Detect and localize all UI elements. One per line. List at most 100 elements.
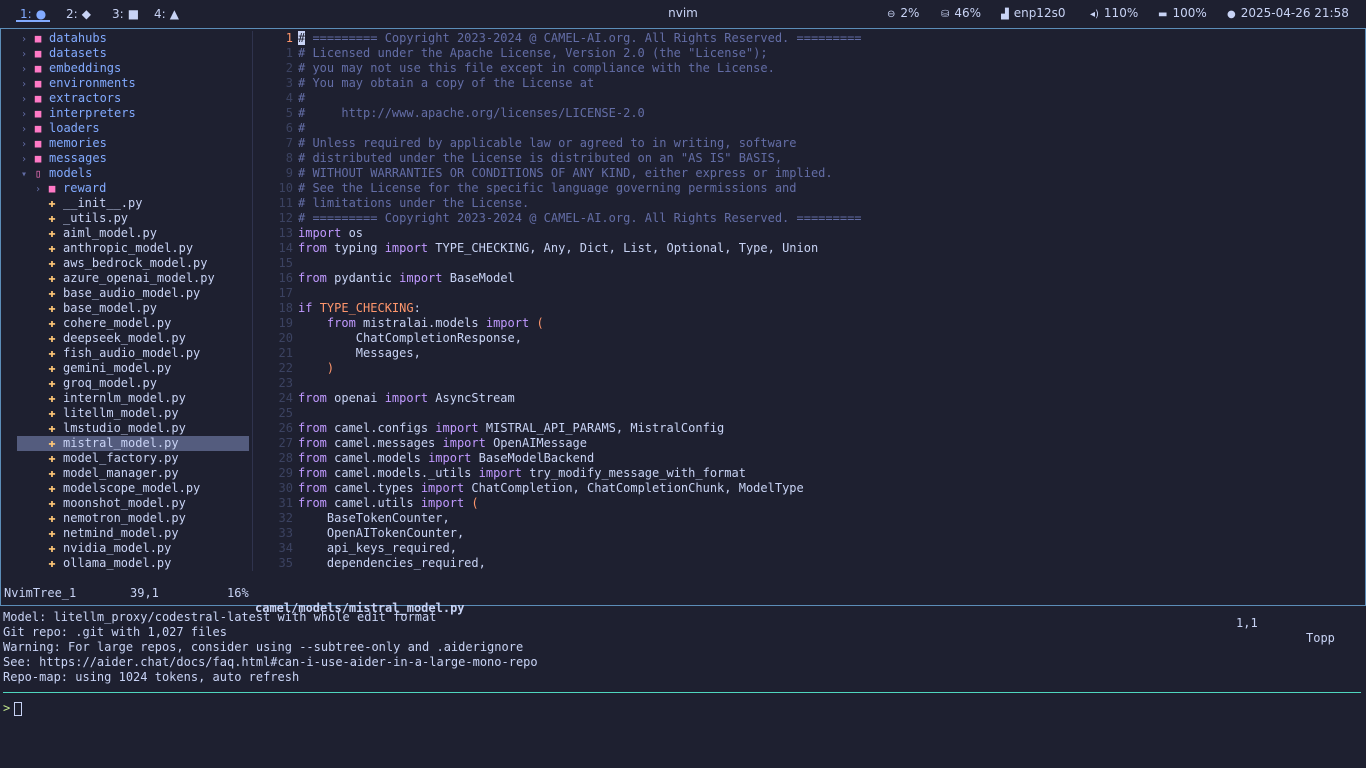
code-line[interactable]: 35 dependencies_required, <box>253 556 1365 571</box>
tree-file-item[interactable]: ✚ modelscope_model.py <box>17 481 249 496</box>
code-line[interactable]: 28 from camel.models import BaseModelBack… <box>253 451 1365 466</box>
code-line[interactable]: 7 # Unless required by applicable law or … <box>253 136 1365 151</box>
code-line[interactable]: 5 # http://www.apache.org/licenses/LICENS… <box>253 106 1365 121</box>
code-line[interactable]: 20 ChatCompletionResponse, <box>253 331 1365 346</box>
tree-file-item[interactable]: ✚ _utils.py <box>17 211 249 226</box>
tree-file-item[interactable]: ✚ cohere_model.py <box>17 316 249 331</box>
code-line[interactable]: 21 Messages, <box>253 346 1365 361</box>
tree-file-item[interactable]: ✚ nvidia_model.py <box>17 541 249 556</box>
top-bar: 1: ● 2: ◆ 3: ■ 4: ▲ nvim ⊖ 2% ⛁ 46% ▟ enp12s0 ◂) 11… <box>0 0 1366 28</box>
python-file-icon: ✚ <box>48 241 56 255</box>
tree-file-item[interactable]: ✚ anthropic_model.py <box>17 241 249 256</box>
code-line[interactable]: 30 from camel.types import ChatCompletion… <box>253 481 1365 496</box>
code-token: # WITHOUT WARRANTIES OR CONDITIONS OF AN… <box>298 166 833 180</box>
line-number: 9 <box>285 166 293 180</box>
code-token: : <box>413 301 421 315</box>
tree-file-item[interactable]: ✚ aiml_model.py <box>17 226 249 241</box>
code-line[interactable]: 23 <box>253 376 1365 391</box>
code-line[interactable]: 18 if TYPE_CHECKING: <box>253 301 1365 316</box>
code-token: MISTRAL_API_PARAMS, MistralConfig <box>478 421 725 435</box>
code-editor[interactable]: 1 # ========= Copyright 2023-2024 @ CAMEL… <box>253 31 1365 571</box>
code-line[interactable]: 33 OpenAITokenCounter, <box>253 526 1365 541</box>
code-line[interactable]: 27 from camel.messages import OpenAIMessa… <box>253 436 1365 451</box>
tree-file-item[interactable]: ✚ mistral_model.py <box>17 436 249 451</box>
tree-folder-item[interactable]: › ■ datasets <box>17 46 249 61</box>
tree-file-item[interactable]: ✚ base_audio_model.py <box>17 286 249 301</box>
tree-folder-item[interactable]: ▾ ▯ models <box>17 166 249 181</box>
code-line[interactable]: 22 ) <box>253 361 1365 376</box>
code-token: # You may obtain a copy of the License a… <box>298 76 595 90</box>
code-line[interactable]: 3 # You may obtain a copy of the License … <box>253 76 1365 91</box>
tree-file-item[interactable]: ✚ lmstudio_model.py <box>17 421 249 436</box>
code-token: import <box>420 496 465 510</box>
code-line[interactable]: 2 # you may not use this file except in c… <box>253 61 1365 76</box>
code-line[interactable]: 8 # distributed under the License is dist… <box>253 151 1365 166</box>
tree-file-item[interactable]: ✚ aws_bedrock_model.py <box>17 256 249 271</box>
tree-file-item[interactable]: ✚ base_model.py <box>17 301 249 316</box>
code-line[interactable]: 11 # limitations under the License. <box>253 196 1365 211</box>
code-line[interactable]: 16 from pydantic import BaseModel <box>253 271 1365 286</box>
code-line[interactable]: 24 from openai import AsyncStream <box>253 391 1365 406</box>
python-file-icon: ✚ <box>48 211 56 225</box>
line-number: 5 <box>285 106 293 120</box>
tree-file-item[interactable]: ✚ ollama_model.py <box>17 556 249 571</box>
tree-file-item[interactable]: ✚ __init__.py <box>17 196 249 211</box>
tree-file-item[interactable]: ✚ model_manager.py <box>17 466 249 481</box>
code-line[interactable]: 15 <box>253 256 1365 271</box>
tree-file-item[interactable]: ✚ internlm_model.py <box>17 391 249 406</box>
code-token: from <box>298 391 327 405</box>
tree-folder-item[interactable]: › ■ memories <box>17 136 249 151</box>
code-line[interactable]: 19 from mistralai.models import ( <box>253 316 1365 331</box>
python-file-icon: ✚ <box>48 256 56 270</box>
tree-item-label: model_factory.py <box>63 451 179 465</box>
code-token: ChatCompletion, ChatCompletionChunk, Mod… <box>464 481 804 495</box>
code-line[interactable]: 31 from camel.utils import ( <box>253 496 1365 511</box>
tree-file-item[interactable]: ✚ netmind_model.py <box>17 526 249 541</box>
tree-folder-item[interactable]: › ■ extractors <box>17 91 249 106</box>
code-line[interactable]: 26 from camel.configs import MISTRAL_API_… <box>253 421 1365 436</box>
tree-folder-item[interactable]: › ■ messages <box>17 151 249 166</box>
code-line[interactable]: 17 <box>253 286 1365 301</box>
tree-folder-item[interactable]: › ■ embeddings <box>17 61 249 76</box>
tree-item-label: aiml_model.py <box>63 226 157 240</box>
tree-file-item[interactable]: ✚ azure_openai_model.py <box>17 271 249 286</box>
code-line[interactable]: 6 # <box>253 121 1365 136</box>
aider-prompt[interactable]: > <box>3 700 23 716</box>
tree-item-label: gemini_model.py <box>63 361 172 375</box>
tree-file-item[interactable]: ✚ model_factory.py <box>17 451 249 466</box>
code-line[interactable]: 1 # ========= Copyright 2023-2024 @ CAMEL… <box>253 31 1365 46</box>
tree-file-item[interactable]: ✚ gemini_model.py <box>17 361 249 376</box>
tree-file-item[interactable]: ✚ deepseek_model.py <box>17 331 249 346</box>
code-line[interactable]: 29 from camel.models._utils import try_mo… <box>253 466 1365 481</box>
code-token: import <box>485 316 530 330</box>
code-line[interactable]: 12 # ========= Copyright 2023-2024 @ CAME… <box>253 211 1365 226</box>
code-line[interactable]: 25 <box>253 406 1365 421</box>
code-token: if <box>298 301 313 315</box>
tree-folder-item[interactable]: › ■ datahubs <box>17 31 249 46</box>
code-line[interactable]: 4 # <box>253 91 1365 106</box>
battery-icon: ▬ <box>1158 9 1168 20</box>
tree-folder-item[interactable]: › ■ reward <box>17 181 249 196</box>
aider-output-line: See: https://aider.chat/docs/faq.html#ca… <box>3 655 538 669</box>
tree-folder-item[interactable]: › ■ interpreters <box>17 106 249 121</box>
code-token: import <box>298 226 342 240</box>
code-token: camel.configs <box>326 421 436 435</box>
code-line[interactable]: 10 # See the License for the specific lan… <box>253 181 1365 196</box>
tree-folder-item[interactable]: › ■ environments <box>17 76 249 91</box>
tree-folder-item[interactable]: › ■ loaders <box>17 121 249 136</box>
code-line[interactable]: 14 from typing import TYPE_CHECKING, Any,… <box>253 241 1365 256</box>
tree-buffer-name: NvimTree_1 <box>4 586 77 600</box>
code-line[interactable]: 32 BaseTokenCounter, <box>253 511 1365 526</box>
line-number: 23 <box>278 376 293 390</box>
tree-file-item[interactable]: ✚ litellm_model.py <box>17 406 249 421</box>
code-line[interactable]: 34 api_keys_required, <box>253 541 1365 556</box>
file-tree[interactable]: › ■ datahubs › ■ datasets › ■ embeddings › ■ enviro… <box>1 31 252 571</box>
code-line[interactable]: 1 # Licensed under the Apache License, Ve… <box>253 46 1365 61</box>
code-line[interactable]: 9 # WITHOUT WARRANTIES OR CONDITIONS OF A… <box>253 166 1365 181</box>
tree-file-item[interactable]: ✚ moonshot_model.py <box>17 496 249 511</box>
line-number: 11 <box>278 196 293 210</box>
tree-file-item[interactable]: ✚ fish_audio_model.py <box>17 346 249 361</box>
code-line[interactable]: 13 import os <box>253 226 1365 241</box>
tree-file-item[interactable]: ✚ nemotron_model.py <box>17 511 249 526</box>
tree-file-item[interactable]: ✚ groq_model.py <box>17 376 249 391</box>
